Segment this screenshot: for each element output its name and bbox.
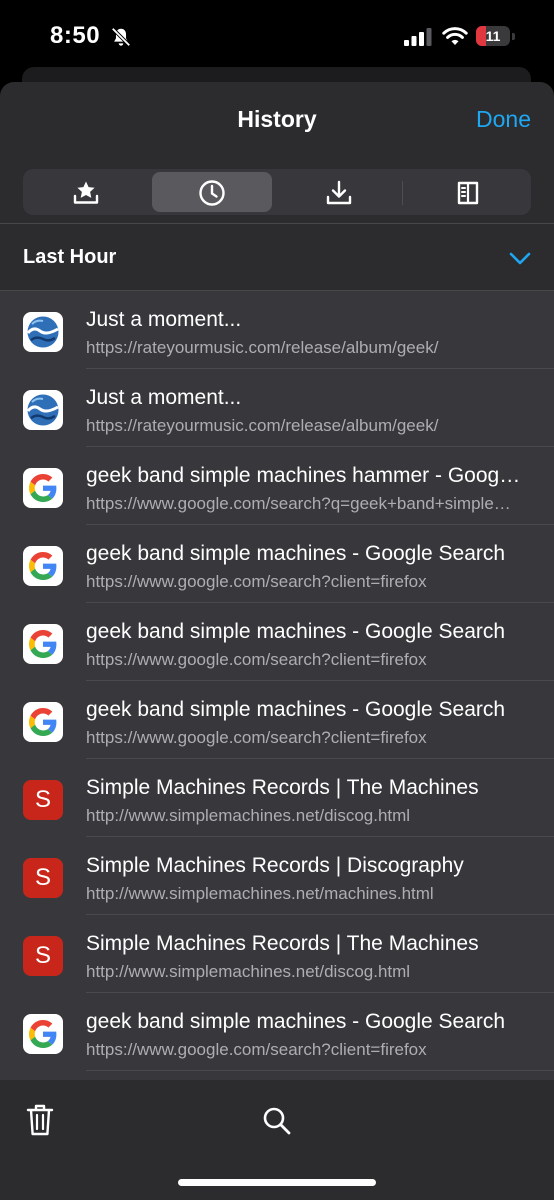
history-row[interactable]: Just a moment... https://rateyourmusic.co… [0,369,554,447]
history-row-url: https://rateyourmusic.com/release/album/… [86,416,439,435]
history-row[interactable]: S Simple Machines Records | Discography ht… [0,837,554,915]
history-row-url: http://www.simplemachines.net/discog.htm… [86,806,411,825]
battery-level: 11 [485,28,501,44]
rateyourmusic-logo-icon [26,394,59,426]
history-row-title: geek band simple machines - Google Searc… [86,620,506,643]
chevron-down-icon [509,252,531,265]
status-time: 8:50 [50,22,101,49]
reading-list-icon [457,181,479,205]
status-bar: 8:50 11 [0,0,554,70]
download-icon [326,180,352,205]
history-row-title: Simple Machines Records | The Machines [86,776,479,799]
google-favicon-icon [23,468,63,508]
done-button[interactable]: Done [476,106,531,133]
segment-divider [402,181,403,205]
simple-machines-favicon-icon: S [23,780,63,820]
history-row[interactable]: geek band simple machines - Google Searc… [0,525,554,603]
rateyourmusic-favicon-icon [23,390,63,430]
history-row-url: https://www.google.com/search?client=fir… [86,1040,427,1059]
history-row-url: http://www.simplemachines.net/machines.h… [86,884,434,903]
google-favicon-icon [23,546,63,586]
cellular-signal-icon [404,28,432,46]
trash-icon[interactable] [26,1103,54,1137]
history-row[interactable]: geek band simple machines - Google Searc… [0,603,554,681]
bookmark-star-icon [73,181,99,204]
history-row-title: geek band simple machines - Google Searc… [86,542,506,565]
history-row[interactable]: geek band simple machines hammer - Googl… [0,447,554,525]
history-row-title: Simple Machines Records | Discography [86,854,464,877]
history-row[interactable]: S Simple Machines Records | The Machines h… [0,759,554,837]
google-logo-icon [29,552,57,580]
history-row-title: geek band simple machines - Google Searc… [86,698,506,721]
search-icon[interactable] [262,1106,292,1136]
bottom-toolbar [0,1081,554,1200]
history-row-url: http://www.simplemachines.net/discog.htm… [86,962,411,981]
history-row-title: Just a moment... [86,308,242,331]
history-sheet: History Done Last Hour Just a moment... … [0,82,554,1200]
clock-icon [199,180,225,206]
history-row-url: https://www.google.com/search?client=fir… [86,728,427,747]
history-row-url: https://www.google.com/search?q=geek+ban… [86,494,520,513]
tab-reading-list[interactable] [408,172,528,212]
bell-slash-icon [111,27,131,47]
page-title: History [237,106,317,132]
section-header-last-hour[interactable]: Last Hour [0,224,554,290]
home-indicator [178,1179,376,1186]
section-title: Last Hour [23,246,117,268]
history-row-url: https://rateyourmusic.com/release/album/… [86,338,439,357]
rateyourmusic-logo-icon [26,316,59,348]
wifi-icon [442,27,468,45]
google-logo-icon [29,630,57,658]
google-logo-icon [29,1020,57,1048]
google-favicon-icon [23,1014,63,1054]
google-favicon-icon [23,702,63,742]
google-logo-icon [29,708,57,736]
tab-history[interactable] [152,172,272,212]
tab-bookmarks[interactable] [26,172,146,212]
library-segmented-control [23,169,531,215]
simple-machines-favicon-icon: S [23,858,63,898]
history-row-title: Simple Machines Records | The Machines [86,932,479,955]
history-row-url: https://www.google.com/search?client=fir… [86,572,427,591]
row-separator [86,1070,554,1071]
history-row-url: https://www.google.com/search?client=fir… [86,650,427,669]
history-row[interactable]: geek band simple machines - Google Searc… [0,681,554,759]
history-row-title: Just a moment... [86,386,242,409]
history-row[interactable]: geek band simple machines - Google Searc… [0,993,554,1071]
history-row-title: geek band simple machines - Google Searc… [86,1010,506,1033]
battery-icon: 11 [476,26,516,48]
google-favicon-icon [23,624,63,664]
simple-machines-favicon-icon: S [23,936,63,976]
google-logo-icon [29,474,57,502]
history-row-title: geek band simple machines hammer - Googl… [86,464,524,487]
rateyourmusic-favicon-icon [23,312,63,352]
tab-downloads[interactable] [279,172,399,212]
history-row[interactable]: S Simple Machines Records | The Machines h… [0,915,554,993]
history-list: Just a moment... https://rateyourmusic.co… [0,291,554,1080]
history-row[interactable]: Just a moment... https://rateyourmusic.co… [0,291,554,369]
